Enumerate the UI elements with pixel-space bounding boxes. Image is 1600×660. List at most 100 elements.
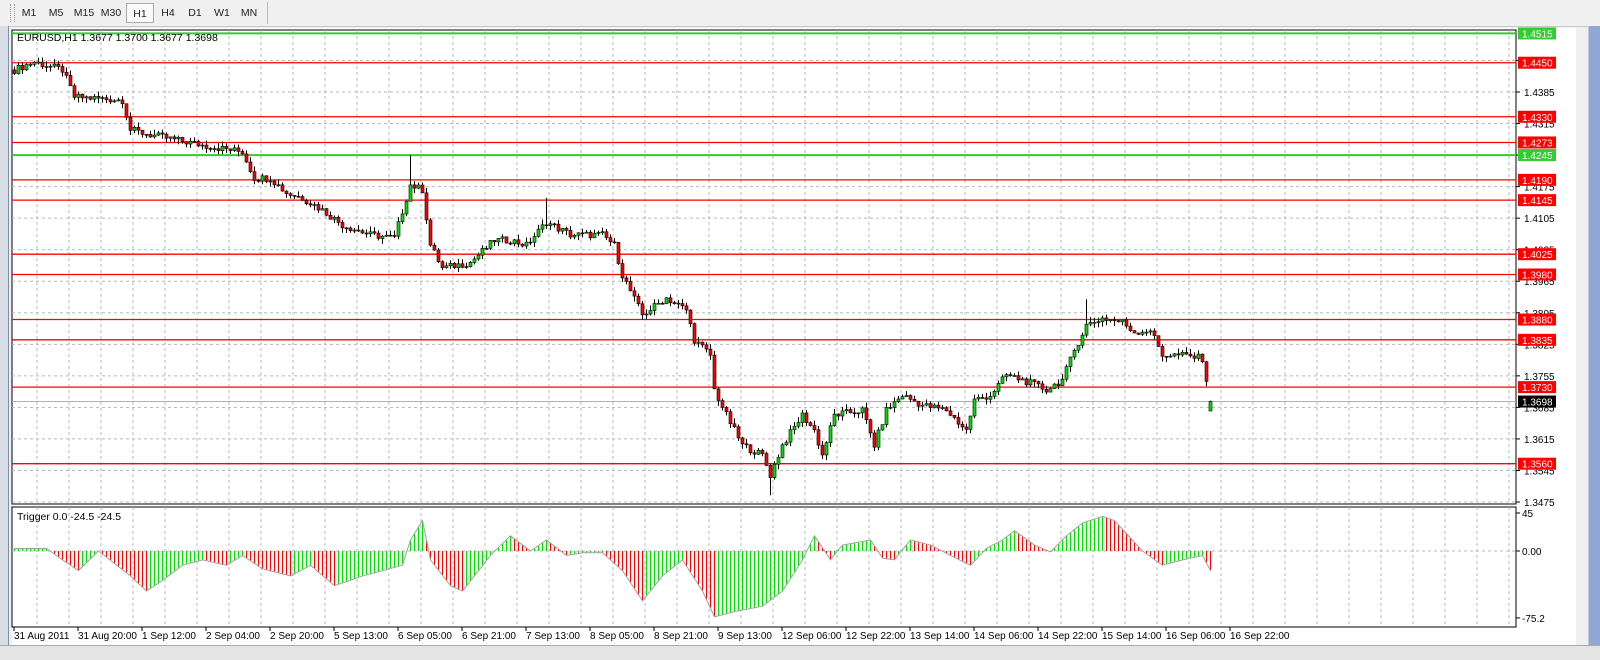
candle <box>1052 383 1057 390</box>
candle-body <box>652 303 657 311</box>
indicator-tick-label: 0.00 <box>1522 547 1542 558</box>
candle-body <box>1084 323 1089 336</box>
candle-body <box>940 407 945 409</box>
candle-body <box>956 417 961 425</box>
candle-body <box>700 341 705 346</box>
candle-body <box>228 148 233 151</box>
candle-body <box>784 441 789 446</box>
candle-body <box>936 404 941 409</box>
candle-body <box>628 281 633 292</box>
time-label: 7 Sep 13:00 <box>526 631 580 642</box>
candle-body <box>876 429 881 448</box>
candle-body <box>200 144 205 147</box>
candle-body <box>1164 356 1169 358</box>
candle-body <box>240 151 245 155</box>
level-label: 1.3730 <box>1518 381 1556 394</box>
candle-body <box>360 230 365 234</box>
candle-body <box>776 457 781 465</box>
candle-body <box>884 407 889 425</box>
candle-body <box>384 234 389 237</box>
candle-body <box>172 136 177 140</box>
candle-body <box>920 404 925 407</box>
candle-body <box>136 127 141 131</box>
candle-body <box>1020 378 1025 381</box>
candle-body <box>1072 349 1077 358</box>
level-label-text: 1.4190 <box>1522 176 1553 187</box>
candle-body <box>904 395 909 398</box>
candle-body <box>324 208 329 216</box>
candle-body <box>56 63 61 67</box>
candle-body <box>888 407 893 409</box>
vertical-scrollbar[interactable] <box>1588 26 1600 646</box>
candle-body <box>120 99 125 105</box>
candle-body <box>820 444 825 456</box>
candle-body <box>676 302 681 305</box>
candle-body <box>440 261 445 268</box>
candle-body <box>836 413 841 417</box>
candle <box>764 451 769 467</box>
candle-body <box>692 323 697 344</box>
candle-body <box>1136 332 1141 335</box>
candle-body <box>1108 319 1113 322</box>
candle-body <box>744 443 749 446</box>
time-label: 14 Sep 22:00 <box>1038 631 1098 642</box>
candle-body <box>712 354 717 390</box>
candle-body <box>192 141 197 143</box>
level-label-text: 1.3880 <box>1522 316 1553 327</box>
candle-body <box>864 407 869 420</box>
candle-body <box>160 132 165 135</box>
candle-body <box>24 64 29 71</box>
candle-body <box>292 195 297 197</box>
candle <box>452 262 457 270</box>
candle <box>404 199 409 217</box>
indicator-pane <box>11 506 1517 628</box>
candle-body <box>1116 320 1121 323</box>
candle-body <box>540 224 545 230</box>
candle <box>1208 400 1213 412</box>
candle-body <box>780 444 785 458</box>
time-label: 31 Aug 2011 <box>14 631 70 642</box>
candle-body <box>76 93 81 98</box>
candle-body <box>624 277 629 282</box>
symbol-info: EURUSD,H1 1.3677 1.3700 1.3677 1.3698 <box>17 32 218 44</box>
candle-body <box>464 266 469 268</box>
candle-body <box>880 424 885 431</box>
candle-body <box>892 401 897 408</box>
candle-body <box>332 216 337 220</box>
candle-body <box>716 388 721 401</box>
level-label: 1.4025 <box>1518 248 1556 261</box>
candle-body <box>140 129 145 135</box>
candle-body <box>952 414 957 418</box>
candle <box>780 442 785 459</box>
level-label: 1.4145 <box>1518 194 1556 207</box>
candle-body <box>60 66 65 73</box>
candle-body <box>592 232 597 239</box>
candle-body <box>444 265 449 268</box>
candle-body <box>368 231 373 235</box>
candle-body <box>1124 319 1129 327</box>
level-label: 1.3835 <box>1518 333 1556 347</box>
candle-body <box>304 199 309 205</box>
candle-body <box>1016 375 1021 381</box>
level-label-text: 1.3980 <box>1522 270 1553 281</box>
time-label: 5 Sep 13:00 <box>334 631 388 642</box>
price-tick-label: 1.4105 <box>1524 214 1555 225</box>
candle-body <box>1080 334 1085 346</box>
candle-body <box>544 224 549 227</box>
candle-body <box>400 213 405 222</box>
candle-body <box>992 390 997 397</box>
candle-body <box>868 419 873 434</box>
candle-body <box>1104 317 1109 321</box>
candle-body <box>1204 361 1209 382</box>
candle-body <box>1128 325 1133 331</box>
candle-body <box>972 398 977 417</box>
candle-body <box>1172 353 1177 357</box>
candle-body <box>452 262 457 269</box>
candle-body <box>572 234 577 238</box>
level-label-text: 1.4450 <box>1522 59 1553 70</box>
candle <box>616 241 621 265</box>
candle-body <box>1076 344 1081 351</box>
candle-body <box>16 64 21 74</box>
candle-body <box>740 437 745 445</box>
price-chart[interactable]: 1.44551.43851.43151.42451.41751.41051.40… <box>0 0 1600 659</box>
